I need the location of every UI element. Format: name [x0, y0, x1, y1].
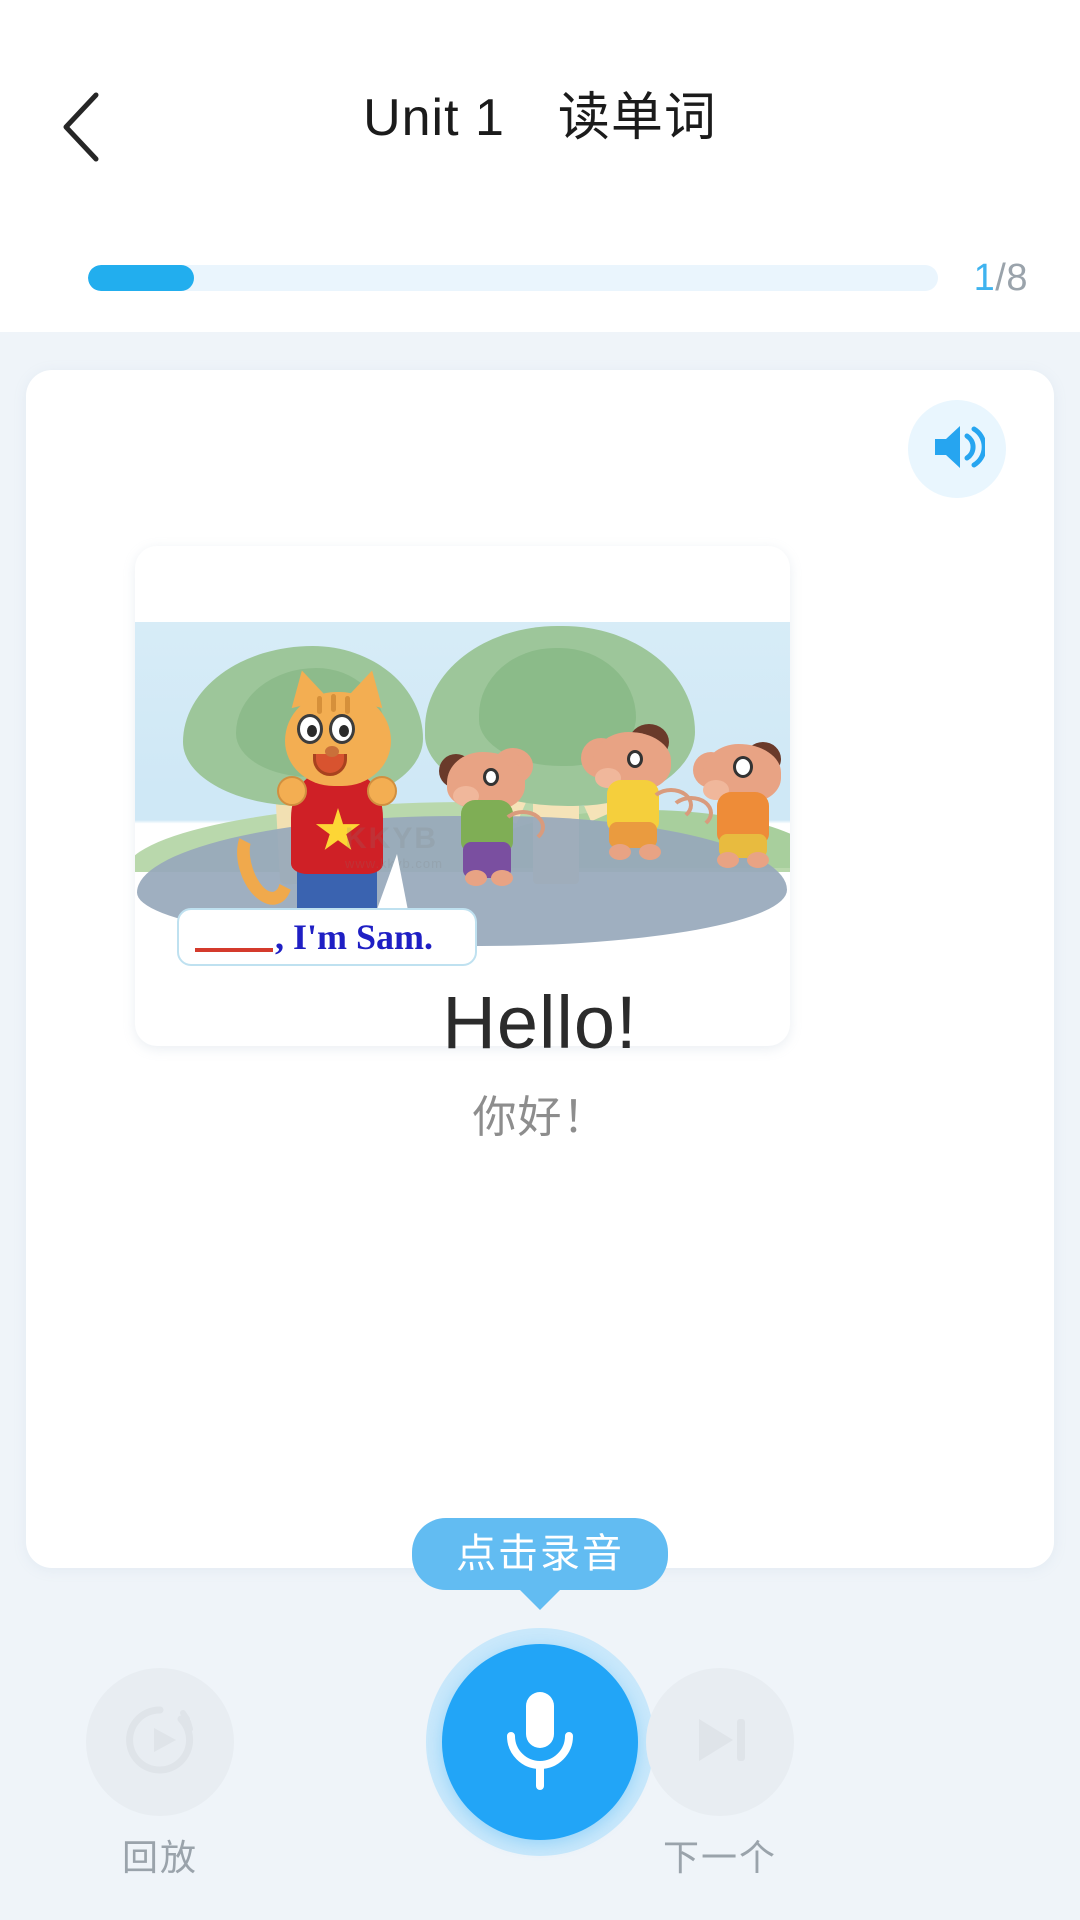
illustration-image: KKYB www.kkyb.com , I'm Sam.: [135, 546, 790, 1046]
word-card: KKYB www.kkyb.com , I'm Sam. Hello! 你好！: [26, 370, 1054, 1568]
record-hint-tooltip: 点击录音: [412, 1518, 668, 1590]
cat-stripe-3: [345, 696, 350, 714]
speaker-wave-icon: [929, 421, 987, 478]
mouse2-foot-left: [609, 844, 631, 860]
cat-pupil-right: [339, 725, 349, 737]
mouse3-eye: [733, 756, 753, 778]
mouse2-foot-right: [639, 844, 661, 860]
mouse-character-2: [581, 724, 693, 868]
playback-button[interactable]: 回放: [86, 1668, 234, 1876]
microphone-icon: [497, 1686, 583, 1799]
cat-stripe-2: [331, 694, 336, 712]
mouse3-foot-right: [747, 852, 769, 868]
playback-button-circle: [86, 1668, 234, 1816]
next-button[interactable]: 下一个: [646, 1668, 794, 1876]
cat-eye-left: [297, 714, 323, 744]
word-text: Hello!: [442, 981, 638, 1064]
mouse1-tail: [501, 810, 545, 844]
progress-total: /8: [995, 257, 1028, 299]
mouse1-foot-left: [465, 870, 487, 886]
navigation-bar: Unit 1 读单词: [0, 0, 1080, 232]
mouse3-foot-left: [717, 852, 739, 868]
mouse1-foot-right: [491, 870, 513, 886]
next-button-circle: [646, 1668, 794, 1816]
page-title: Unit 1 读单词: [363, 89, 717, 147]
record-button-inner: [442, 1644, 638, 1840]
mouse-character-3: [669, 740, 789, 880]
cat-eye-right: [329, 714, 355, 744]
play-audio-button[interactable]: [908, 400, 1006, 498]
cat-paw-left: [277, 776, 307, 806]
progress-row: 1/8: [0, 248, 1080, 308]
cat-pupil-left: [307, 725, 317, 737]
progress-current: 1: [973, 257, 996, 299]
illustration-frame[interactable]: KKYB www.kkyb.com , I'm Sam.: [135, 546, 790, 1046]
skip-forward-icon: [685, 1705, 755, 1780]
play-circle-icon: [123, 1703, 197, 1782]
next-label: 下一个: [662, 1837, 777, 1878]
progress-counter: 1/8: [974, 259, 1028, 297]
app-header: Unit 1 读单词 1/8: [0, 0, 1080, 332]
speech-bubble: , I'm Sam.: [177, 908, 477, 966]
speech-blank: [195, 922, 273, 952]
mouse1-eye: [483, 768, 499, 786]
record-button[interactable]: [426, 1628, 654, 1856]
cat-stripe-1: [317, 696, 322, 714]
bottom-controls: 回放 下一个: [0, 1620, 1080, 1920]
chevron-left-icon: [58, 89, 104, 165]
back-button[interactable]: [26, 72, 136, 182]
cat-paw-right: [367, 776, 397, 806]
mouse-character-1: [437, 748, 545, 888]
word-translation: 你好！: [472, 1093, 608, 1142]
mouse2-eye: [627, 750, 643, 768]
playback-label: 回放: [121, 1837, 198, 1878]
progress-bar-track: [88, 265, 938, 291]
mouse3-tail: [669, 796, 713, 830]
illustration-scene: KKYB www.kkyb.com , I'm Sam.: [135, 622, 790, 982]
cat-nose: [325, 746, 339, 757]
progress-bar-fill: [88, 265, 195, 291]
speech-text: , I'm Sam.: [275, 917, 434, 957]
